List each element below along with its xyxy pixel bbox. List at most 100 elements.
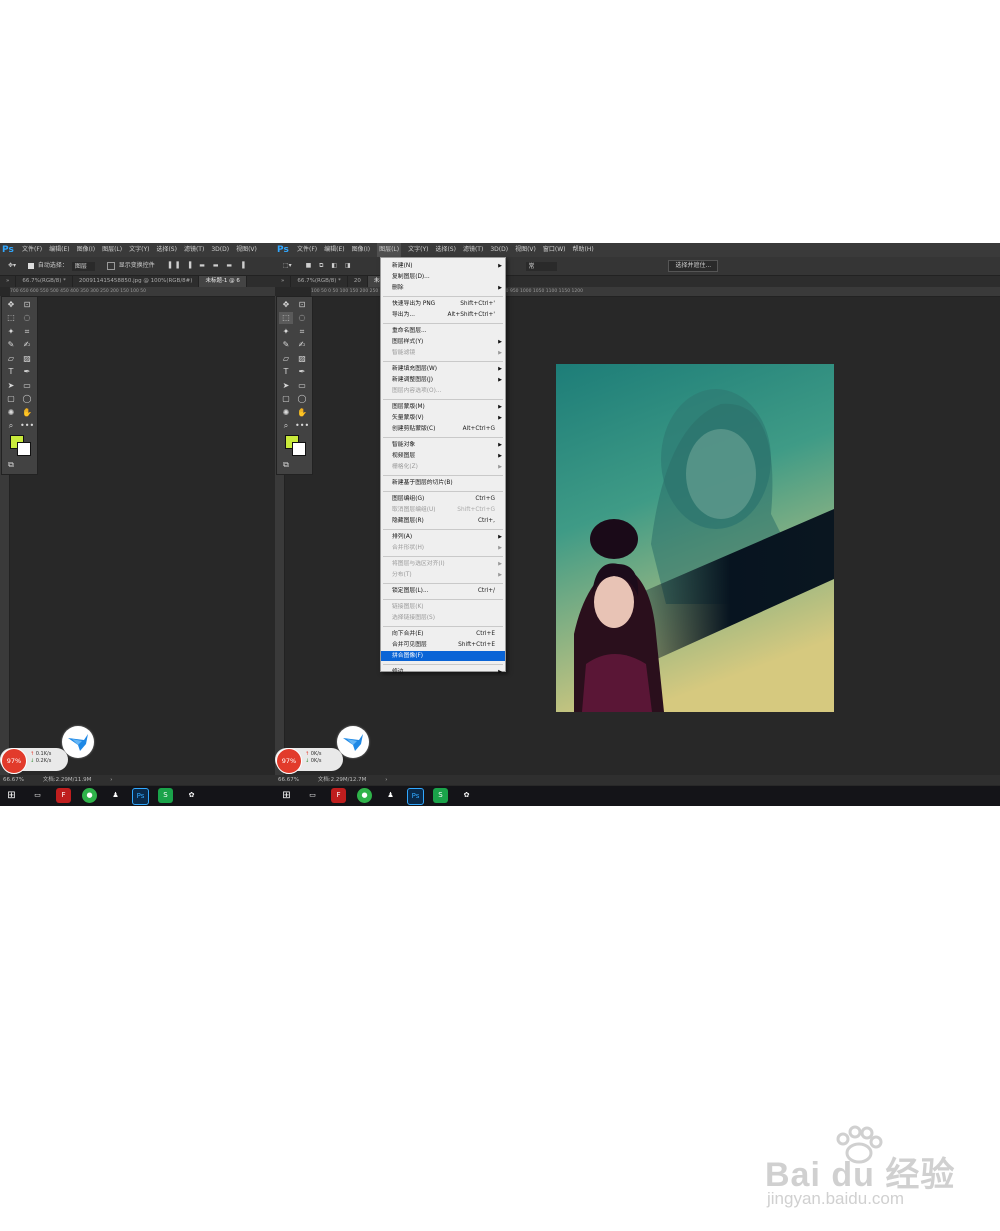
status-arrow-icon[interactable]: › xyxy=(385,777,387,783)
paint-app-icon[interactable]: ✿ xyxy=(459,788,474,803)
rectangle-tool-icon[interactable]: ▭ xyxy=(295,380,309,392)
eraser-icon[interactable]: ▱ xyxy=(279,353,293,365)
tabs-overflow-icon[interactable]: » xyxy=(275,276,292,287)
type-tool-icon[interactable]: T xyxy=(279,366,293,378)
gradient-icon[interactable]: ▨ xyxy=(20,353,34,365)
paint-app-icon[interactable]: ✿ xyxy=(184,788,199,803)
layer-menu-item[interactable]: 向下合并(E) Ctrl+E xyxy=(381,629,505,639)
document-tab[interactable]: 200911415458850.jpg @ 100%(RGB/8#) xyxy=(73,276,200,287)
menu-0[interactable]: 文件(F) xyxy=(22,243,42,257)
menu-6[interactable]: 滤镜(T) xyxy=(184,243,204,257)
path-select-icon[interactable]: ➤ xyxy=(279,380,293,392)
menu-5[interactable]: 选择(S) xyxy=(435,243,456,257)
memory-percent-badge[interactable]: 97% xyxy=(1,748,27,774)
photoshop-taskbar-icon[interactable]: Ps xyxy=(407,788,424,805)
layer-menu-item[interactable]: 新建调整图层(J) ▶ xyxy=(381,375,505,385)
zoom-tool-icon[interactable]: ⌕ xyxy=(4,420,18,432)
chat-app-icon[interactable]: ● xyxy=(82,788,97,803)
layer-menu-item[interactable]: 锁定图层(L)... Ctrl+/ xyxy=(381,586,505,596)
marquee-tool-icon[interactable]: ⬚ xyxy=(4,312,18,324)
quick-mask-icon[interactable]: ⧉ xyxy=(279,459,293,471)
menu-1[interactable]: 编辑(E) xyxy=(49,243,69,257)
shape-tool-icon[interactable]: ▢ xyxy=(279,393,293,405)
status-arrow-icon[interactable]: › xyxy=(110,777,112,783)
select-and-mask-button[interactable]: 选择并遮住... xyxy=(668,260,719,272)
layer-menu-item[interactable]: 图层蒙版(M) ▶ xyxy=(381,402,505,412)
more-tools-icon[interactable]: ••• xyxy=(295,420,309,432)
layer-menu-item[interactable]: 新建基于图层的切片(B) xyxy=(381,478,505,488)
pen-tool-icon[interactable]: ✒ xyxy=(295,366,309,378)
document-tab[interactable]: 20 xyxy=(348,276,368,287)
windows-start-icon[interactable]: ⊞ xyxy=(4,788,19,803)
spreadsheet-icon[interactable]: S xyxy=(158,788,173,803)
lasso-tool-icon[interactable]: ◌ xyxy=(295,312,309,324)
spreadsheet-icon[interactable]: S xyxy=(433,788,448,803)
layer-menu-item[interactable]: 隐藏图层(R) Ctrl+, xyxy=(381,516,505,526)
layer-menu-item[interactable]: 新建(N) ▶ xyxy=(381,261,505,271)
menu-10[interactable]: 帮助(H) xyxy=(573,243,594,257)
marquee-tool-icon[interactable]: ⬚▾ xyxy=(283,257,292,275)
photoshop-taskbar-icon[interactable]: Ps xyxy=(132,788,149,805)
windows-start-icon[interactable]: ⊞ xyxy=(279,788,294,803)
rectangle-tool-icon[interactable]: ▭ xyxy=(20,380,34,392)
zoom-tool-icon[interactable]: ⌕ xyxy=(279,420,293,432)
quick-mask-icon[interactable]: ⧉ xyxy=(4,459,18,471)
layer-menu-item[interactable]: 创建剪贴蒙版(C) Alt+Ctrl+G xyxy=(381,424,505,434)
tabs-overflow-icon[interactable]: » xyxy=(0,276,17,287)
move-tool-icon[interactable]: ✥ xyxy=(4,299,18,311)
ellipse-tool-icon[interactable]: ◯ xyxy=(295,393,309,405)
custom-shape-icon[interactable]: ✺ xyxy=(4,407,18,419)
layer-menu-item[interactable]: 智能对象 ▶ xyxy=(381,440,505,450)
menu-8[interactable]: 视图(V) xyxy=(515,243,536,257)
lasso-tool-icon[interactable]: ◌ xyxy=(20,312,34,324)
layer-menu-item[interactable]: 图层编组(G) Ctrl+G xyxy=(381,494,505,504)
menu-4[interactable]: 文字(Y) xyxy=(408,243,428,257)
menu-8[interactable]: 视图(V) xyxy=(236,243,257,257)
move-tool-icon[interactable]: ✥▾ xyxy=(8,257,16,275)
memory-percent-badge[interactable]: 97% xyxy=(276,748,302,774)
move-tool-icon[interactable]: ✥ xyxy=(279,299,293,311)
crop-tool-icon[interactable]: ⌗ xyxy=(295,326,309,338)
layer-menu-item[interactable]: 视频图层 ▶ xyxy=(381,451,505,461)
task-view-icon[interactable]: ▭ xyxy=(30,788,45,803)
menu-4[interactable]: 文字(Y) xyxy=(129,243,149,257)
menu-3[interactable]: 图层(L) xyxy=(102,243,122,257)
selection-mode-icons[interactable]: ■ ⧉ ◧ ◨ xyxy=(306,257,354,275)
layer-menu-item[interactable]: 快速导出为 PNG Shift+Ctrl+' xyxy=(381,299,505,309)
magic-wand-icon[interactable]: ✦ xyxy=(4,326,18,338)
marquee-tool-icon[interactable]: ⬚ xyxy=(279,312,293,324)
layer-menu-item[interactable]: 复制图层(D)... xyxy=(381,272,505,282)
menu-7[interactable]: 3D(D) xyxy=(490,243,508,257)
auto-select-checkbox[interactable] xyxy=(27,263,34,269)
document-tab[interactable]: 66.7%(RGB/8) * xyxy=(16,276,73,287)
crop-tool-icon[interactable]: ⌗ xyxy=(20,326,34,338)
layer-menu-item[interactable]: 拼合图像(F) xyxy=(381,651,505,661)
task-view-icon[interactable]: ▭ xyxy=(305,788,320,803)
eyedropper-icon[interactable]: ✎ xyxy=(4,339,18,351)
menu-6[interactable]: 滤镜(T) xyxy=(463,243,483,257)
artboard-tool-icon[interactable]: ⊡ xyxy=(295,299,309,311)
show-transform-checkbox[interactable] xyxy=(106,262,115,270)
document-tab[interactable]: 未标题-1 @ 6 xyxy=(199,276,247,287)
custom-shape-icon[interactable]: ✺ xyxy=(279,407,293,419)
thunder-bird-icon[interactable] xyxy=(62,726,94,758)
layer-menu-item[interactable]: 导出为... Alt+Shift+Ctrl+' xyxy=(381,310,505,320)
layer-menu-item[interactable]: 新建填充图层(W) ▶ xyxy=(381,364,505,374)
align-icons[interactable]: ▐▐ ▐ ▬ ▬ ▬ ▐ xyxy=(167,257,248,275)
document-tab[interactable]: 66.7%(RGB/8) * xyxy=(291,276,348,287)
layer-menu-item[interactable]: 图层样式(Y) ▶ xyxy=(381,337,505,347)
menu-7[interactable]: 3D(D) xyxy=(211,243,229,257)
hand-tool-icon[interactable]: ✋ xyxy=(295,407,309,419)
ellipse-tool-icon[interactable]: ◯ xyxy=(20,393,34,405)
menu-2[interactable]: 图像(I) xyxy=(77,243,95,257)
filezilla-icon[interactable]: F xyxy=(56,788,71,803)
document-canvas[interactable] xyxy=(556,364,834,712)
type-tool-icon[interactable]: T xyxy=(4,366,18,378)
eraser-icon[interactable]: ▱ xyxy=(4,353,18,365)
layer-menu-item[interactable]: 矢量蒙版(V) ▶ xyxy=(381,413,505,423)
pen-tool-icon[interactable]: ✒ xyxy=(20,366,34,378)
brush-tool-icon[interactable]: ✍ xyxy=(295,339,309,351)
qq-icon[interactable]: ♟ xyxy=(383,788,398,803)
layer-menu-item[interactable]: 排列(A) ▶ xyxy=(381,532,505,542)
layer-menu-item[interactable]: 删除 ▶ xyxy=(381,283,505,293)
